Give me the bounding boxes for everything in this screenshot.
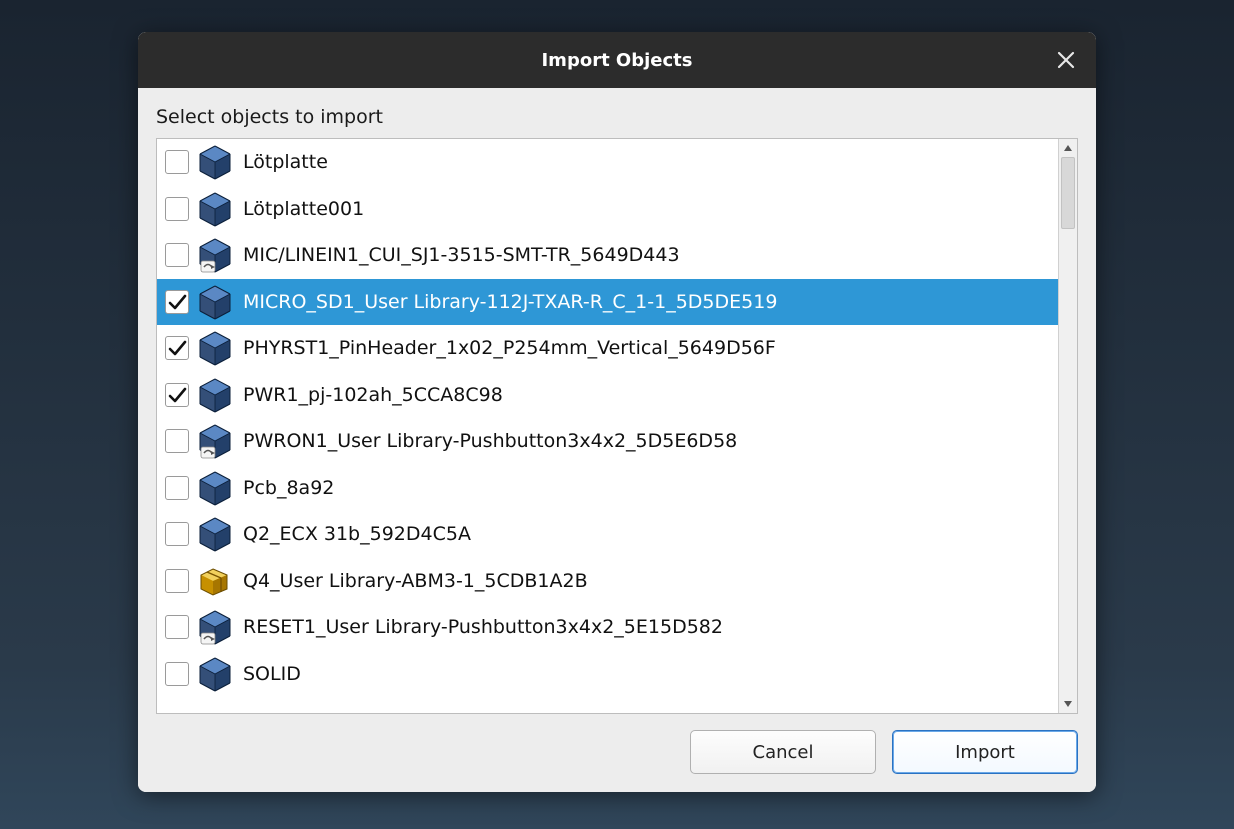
checkbox[interactable] — [165, 243, 189, 267]
list-item[interactable]: SOLID — [157, 651, 1058, 698]
list-item-label: PHYRST1_PinHeader_1x02_P254mm_Vertical_5… — [243, 337, 776, 359]
checkbox[interactable] — [165, 662, 189, 686]
checkbox[interactable] — [165, 569, 189, 593]
check-icon — [167, 338, 187, 358]
dialog-title: Import Objects — [541, 50, 692, 71]
close-button[interactable] — [1050, 44, 1082, 76]
checkbox[interactable] — [165, 522, 189, 546]
close-icon — [1057, 51, 1075, 69]
list-item[interactable]: PWR1_pj-102ah_5CCA8C98 — [157, 372, 1058, 419]
part-icon — [197, 191, 233, 227]
checkbox[interactable] — [165, 615, 189, 639]
list-item-label: Pcb_8a92 — [243, 477, 334, 499]
scrollbar-thumb[interactable] — [1061, 157, 1075, 229]
part-link-icon — [197, 237, 233, 273]
check-icon — [167, 385, 187, 405]
list-item[interactable]: MICRO_SD1_User Library-112J-TXAR-R_C_1-1… — [157, 279, 1058, 326]
list-item-label: SOLID — [243, 663, 301, 685]
titlebar: Import Objects — [138, 32, 1096, 88]
list-item-label: PWRON1_User Library-Pushbutton3x4x2_5D5E… — [243, 430, 737, 452]
part-icon — [197, 330, 233, 366]
list-item[interactable]: PWRON1_User Library-Pushbutton3x4x2_5D5E… — [157, 418, 1058, 465]
list-item-label: Q2_ECX 31b_592D4C5A — [243, 523, 471, 545]
list-item[interactable]: Q2_ECX 31b_592D4C5A — [157, 511, 1058, 558]
part-link-icon — [197, 423, 233, 459]
checkbox[interactable] — [165, 476, 189, 500]
chevron-up-icon — [1063, 143, 1073, 153]
import-objects-dialog: Import Objects Select objects to import … — [138, 32, 1096, 792]
checkbox[interactable] — [165, 383, 189, 407]
list-item[interactable]: Lötplatte — [157, 139, 1058, 186]
cancel-button-label: Cancel — [753, 742, 814, 763]
import-button-label: Import — [955, 742, 1015, 763]
list-item[interactable]: Pcb_8a92 — [157, 465, 1058, 512]
object-list-container: Lötplatte Lötplatte001 MIC/LINEIN1_CUI_SJ1… — [156, 138, 1078, 714]
list-item[interactable]: RESET1_User Library-Pushbutton3x4x2_5E15… — [157, 604, 1058, 651]
part-icon — [197, 516, 233, 552]
part-link-icon — [197, 609, 233, 645]
checkbox[interactable] — [165, 290, 189, 314]
dialog-button-row: Cancel Import — [156, 714, 1078, 774]
vertical-scrollbar[interactable] — [1058, 139, 1077, 713]
part-icon — [197, 284, 233, 320]
scroll-down-button[interactable] — [1059, 695, 1077, 713]
checkbox[interactable] — [165, 150, 189, 174]
part-icon — [197, 377, 233, 413]
object-list[interactable]: Lötplatte Lötplatte001 MIC/LINEIN1_CUI_SJ1… — [157, 139, 1058, 713]
list-item-label: MICRO_SD1_User Library-112J-TXAR-R_C_1-1… — [243, 291, 777, 313]
list-item[interactable]: Lötplatte001 — [157, 186, 1058, 233]
part-icon — [197, 470, 233, 506]
list-item[interactable]: PHYRST1_PinHeader_1x02_P254mm_Vertical_5… — [157, 325, 1058, 372]
list-item[interactable]: Q4_User Library-ABM3-1_5CDB1A2B — [157, 558, 1058, 605]
part-icon — [197, 656, 233, 692]
part-icon — [197, 144, 233, 180]
cancel-button[interactable]: Cancel — [690, 730, 876, 774]
instruction-label: Select objects to import — [156, 102, 1078, 138]
scroll-up-button[interactable] — [1059, 139, 1077, 157]
list-item-label: MIC/LINEIN1_CUI_SJ1-3515-SMT-TR_5649D443 — [243, 244, 680, 266]
list-item-label: Lötplatte — [243, 151, 328, 173]
dialog-body: Select objects to import LötplatteLötpla… — [138, 88, 1096, 792]
package-icon — [197, 563, 233, 599]
list-item-label: PWR1_pj-102ah_5CCA8C98 — [243, 384, 503, 406]
list-item-label: RESET1_User Library-Pushbutton3x4x2_5E15… — [243, 616, 723, 638]
checkbox[interactable] — [165, 336, 189, 360]
list-item[interactable]: MIC/LINEIN1_CUI_SJ1-3515-SMT-TR_5649D443 — [157, 232, 1058, 279]
checkbox[interactable] — [165, 429, 189, 453]
checkbox[interactable] — [165, 197, 189, 221]
check-icon — [167, 292, 187, 312]
import-button[interactable]: Import — [892, 730, 1078, 774]
chevron-down-icon — [1063, 699, 1073, 709]
list-item-label: Lötplatte001 — [243, 198, 364, 220]
list-item-label: Q4_User Library-ABM3-1_5CDB1A2B — [243, 570, 588, 592]
